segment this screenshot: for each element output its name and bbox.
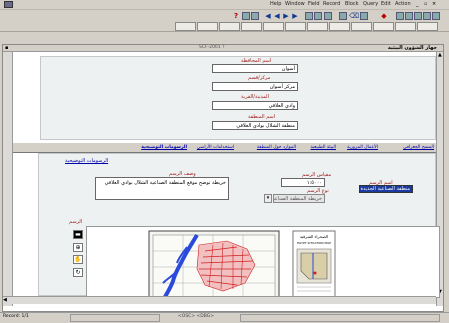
help-icon[interactable]: ? — [232, 12, 240, 20]
toolbar-button-5[interactable] — [263, 22, 284, 31]
menu-record[interactable]: Record — [323, 1, 340, 7]
menu-action[interactable]: Action — [395, 1, 411, 7]
drawing-name-field[interactable]: منطقة الصناعية الجديدة — [359, 185, 413, 193]
left-gutter — [3, 52, 13, 306]
drawing-type-field[interactable]: خريطة المنطقة الصناعية — [273, 194, 325, 203]
copy-icon[interactable] — [405, 12, 413, 20]
toolbar-button-2[interactable] — [197, 22, 218, 31]
area-label: اسم المنطقة — [248, 114, 276, 120]
status-mode: <OSC> <DBG> — [178, 314, 215, 319]
window-titlebar: ▪ SCF-2001 ? جهاز الشؤون البيئية — [3, 45, 443, 52]
menu-query[interactable]: Query — [363, 1, 378, 7]
tools-icon[interactable] — [432, 12, 440, 20]
window-close-icon[interactable]: × — [432, 1, 436, 7]
delete-record-icon[interactable]: ⌫ — [349, 12, 359, 20]
window-title-center: SCF-2001 ? — [199, 45, 225, 50]
toolbar-button-11[interactable] — [395, 22, 416, 31]
paste-icon[interactable] — [414, 12, 422, 20]
toolbar-button-4[interactable] — [241, 22, 262, 31]
cut-icon[interactable] — [396, 12, 404, 20]
search-icon[interactable] — [360, 12, 368, 20]
toolbar-button-9[interactable] — [351, 22, 372, 31]
toolbar-button-1[interactable] — [175, 22, 196, 31]
first-record-icon[interactable]: ◀ — [264, 12, 272, 20]
settings-icon[interactable] — [423, 12, 431, 20]
menu-bar: Help Window Field Record Block Query Edi… — [0, 0, 449, 10]
save-icon[interactable] — [314, 12, 322, 20]
tab-environment[interactable]: البيئة الطبيعية — [310, 145, 336, 150]
toolbar-button-10[interactable] — [373, 22, 394, 31]
window-minimize-icon[interactable]: _ — [416, 1, 419, 7]
app-icon — [4, 1, 13, 8]
tab-traffic[interactable]: الأعمال المرورية — [347, 145, 378, 150]
section-title[interactable]: الرسومات التوضيحية — [65, 158, 108, 164]
markaz-field[interactable]: مركز أسوان — [212, 82, 298, 91]
toolbar-button-6[interactable] — [285, 22, 306, 31]
scale-field[interactable]: ١:٥٠٠٠ — [281, 178, 325, 187]
city-label: المدينة/القرية — [241, 94, 269, 100]
rotate-icon[interactable]: ↻ — [73, 268, 83, 277]
tab-survey[interactable]: المسح الجغرافي — [403, 145, 434, 150]
status-segment-2 — [240, 314, 440, 322]
horizontal-scrollbar[interactable]: ◀ — [3, 296, 436, 304]
query-icon[interactable] — [251, 12, 259, 20]
exit-icon[interactable]: ◆ — [380, 12, 388, 20]
legend-title: الصحراء الشرقية — [300, 234, 328, 239]
status-segment-1 — [70, 314, 160, 322]
undo-icon[interactable] — [324, 12, 332, 20]
scroll-up-icon[interactable]: ▲ — [438, 52, 442, 58]
print-icon[interactable] — [305, 12, 313, 20]
toolbar-button-12[interactable] — [417, 22, 438, 31]
last-record-icon[interactable]: ▶ — [291, 12, 299, 20]
menu-field[interactable]: Field — [308, 1, 320, 7]
area-field[interactable]: منطقة الشلال بوادي العلاقي — [212, 121, 298, 130]
legend-caption: EGYPT SITUATION MAP — [297, 241, 331, 245]
toolbar-button-8[interactable] — [329, 22, 350, 31]
drawing-type-dropdown-icon[interactable]: ▾ — [264, 194, 272, 203]
window-title: جهاز الشؤون البيئية — [387, 45, 437, 51]
window-restore-icon[interactable]: ▫ — [424, 1, 427, 7]
description-field[interactable]: خريطة توضح موقع المنطقة الصناعية الشلال … — [95, 177, 229, 200]
zoom-in-icon[interactable]: ⊕ — [73, 243, 83, 252]
drawing-label: الرسم — [69, 219, 83, 225]
next-record-icon[interactable]: ▶ — [282, 12, 290, 20]
window-menu-icon[interactable]: ▪ — [5, 45, 8, 51]
map-toolbar-active-icon[interactable]: ▬ — [73, 230, 83, 239]
status-record: Record: 1/1 — [3, 314, 29, 319]
menu-block[interactable]: Block — [345, 1, 359, 7]
map-image: الصحراء الشرقية EGYPT SITUATION MAP — [148, 230, 336, 300]
map-image-frame: الصحراء الشرقية EGYPT SITUATION MAP — [86, 226, 440, 300]
previous-record-icon[interactable]: ◀ — [273, 12, 281, 20]
toolbar-button-3[interactable] — [219, 22, 240, 31]
governorate-field[interactable]: أسوان — [212, 64, 298, 73]
menu-edit[interactable]: Edit — [381, 1, 391, 7]
status-bar: Record: 1/1 <OSC> <DBG> — [0, 312, 449, 323]
tab-resources[interactable]: الموارد حول المنطقة — [257, 145, 296, 150]
tab-illustrations[interactable]: الرسومات التوضيحية — [141, 145, 187, 150]
insert-record-icon[interactable] — [339, 12, 347, 20]
tab-land-use[interactable]: استخدامات الأراضي — [197, 145, 234, 150]
markaz-label: مركز/قسم — [248, 75, 271, 81]
tab-bar: المسح الجغرافي الأعمال المرورية البيئة ا… — [13, 143, 436, 153]
toolbar-button-7[interactable] — [307, 22, 328, 31]
scroll-left-icon[interactable]: ◀ — [3, 297, 7, 303]
menu-window[interactable]: Window — [285, 1, 305, 7]
city-field[interactable]: وادي العلاقي — [212, 101, 298, 110]
location-panel: اسم المحافظة أسوان مركز/قسم مركز أسوان ا… — [40, 56, 436, 140]
list-icon[interactable] — [242, 12, 250, 20]
pan-icon[interactable]: ✋ — [73, 255, 83, 264]
menu-help[interactable]: Help — [270, 1, 281, 7]
